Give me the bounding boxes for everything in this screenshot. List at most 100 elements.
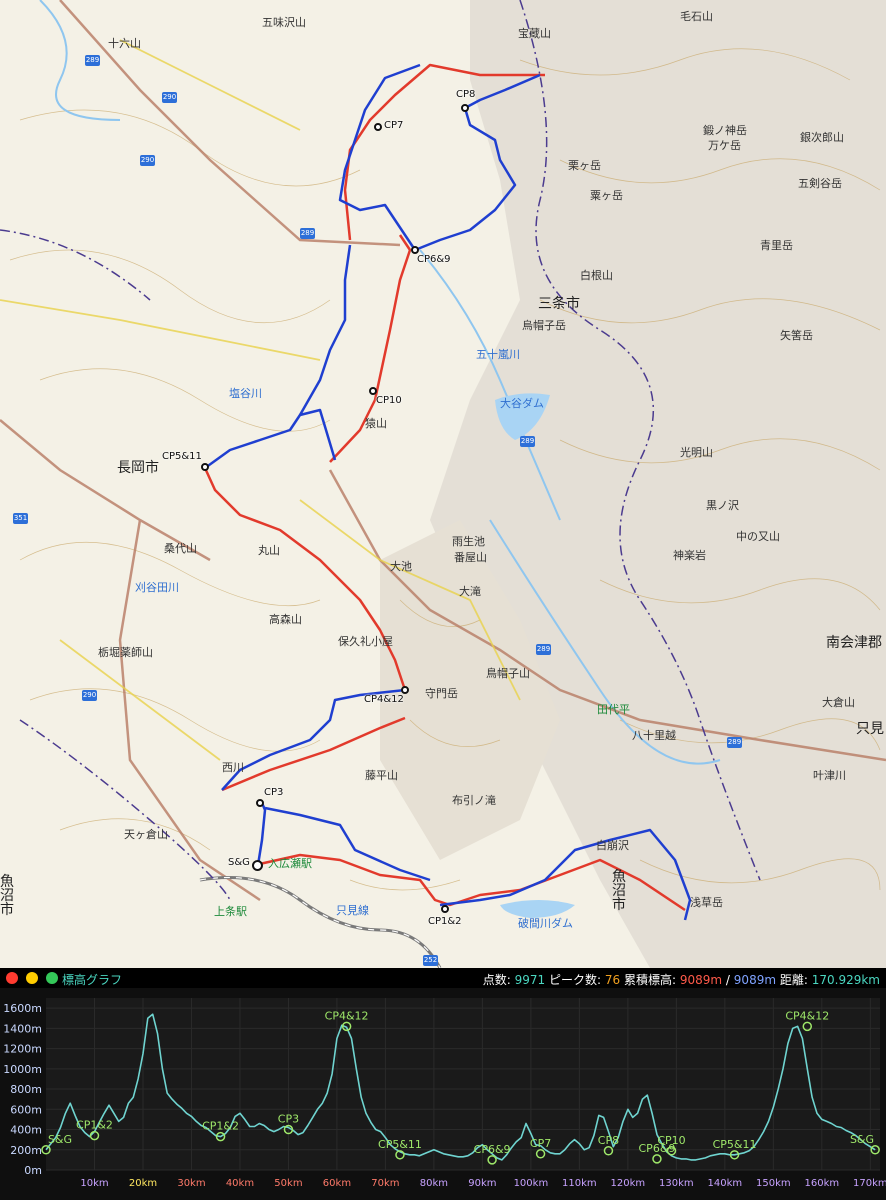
checkpoint-point-label: CP4&12 bbox=[785, 1009, 829, 1022]
distance-label: 距離: bbox=[779, 973, 808, 987]
x-tick-label: 60km bbox=[323, 1178, 351, 1189]
checkpoint-label-start-goal: S&G bbox=[228, 857, 250, 868]
mountain-label: 青里岳 bbox=[760, 239, 793, 252]
mountain-label: 栃堀薬師山 bbox=[98, 646, 153, 659]
checkpoint-point-label: CP1&2 bbox=[202, 1120, 239, 1133]
county-label-minamiaizu: 南会津郡 bbox=[826, 635, 882, 651]
mountain-label: 鍛ノ神岳 bbox=[703, 124, 747, 137]
mountain-label: 天ヶ倉山 bbox=[124, 828, 168, 841]
checkpoint-label-cp6-9: CP6&9 bbox=[417, 254, 451, 265]
hut-label: 保久礼小屋 bbox=[338, 635, 393, 648]
checkpoint-marker[interactable] bbox=[401, 686, 409, 694]
checkpoint-marker[interactable] bbox=[374, 123, 382, 131]
x-tick-label: 170km bbox=[853, 1178, 886, 1189]
city-label-sanjo: 三条市 bbox=[538, 296, 580, 312]
y-tick-label: 1400m bbox=[3, 1022, 42, 1035]
dam-label-aburumagawa: 破間川ダム bbox=[518, 917, 573, 930]
x-tick-label: 10km bbox=[80, 1178, 108, 1189]
checkpoint-point-label: CP7 bbox=[530, 1137, 551, 1150]
x-tick-label: 30km bbox=[177, 1178, 205, 1189]
road-sign-289: 289 bbox=[536, 644, 551, 655]
x-tick-label: 120km bbox=[611, 1178, 646, 1189]
close-window-icon[interactable] bbox=[6, 972, 18, 984]
y-tick-label: 1000m bbox=[3, 1063, 42, 1076]
map-canvas[interactable] bbox=[0, 0, 886, 968]
waterfall-label: 大滝 bbox=[459, 585, 481, 598]
checkpoint-point-label: CP3 bbox=[278, 1113, 299, 1126]
checkpoint-point-label: CP6&9 bbox=[474, 1143, 511, 1156]
x-tick-label: 100km bbox=[514, 1178, 549, 1189]
checkpoint-point-label: S&G bbox=[850, 1133, 874, 1146]
gain-label: 累積標高: bbox=[623, 973, 677, 987]
checkpoint-point-label: CP10 bbox=[657, 1134, 685, 1147]
checkpoint-label-cp3: CP3 bbox=[264, 787, 284, 798]
elevation-profile-chart[interactable]: 0m 200m 400m 600m 800m 1000m 1200m 1400m 1600m 10… bbox=[0, 988, 886, 1200]
mountain-label: 毛石山 bbox=[680, 10, 713, 23]
mountain-label: 矢筈岳 bbox=[780, 329, 813, 342]
mountain-label: 桑代山 bbox=[164, 542, 197, 555]
y-tick-label: 800m bbox=[10, 1083, 42, 1096]
mountain-label: 守門岳 bbox=[425, 687, 458, 700]
checkpoint-label-cp5-11: CP5&11 bbox=[162, 451, 202, 462]
mountain-label: 猿山 bbox=[365, 417, 387, 430]
mountain-label: 布引ノ滝 bbox=[452, 794, 496, 807]
mountain-label: 白根山 bbox=[580, 269, 613, 282]
peaks-label: ピーク数: bbox=[549, 973, 602, 987]
mountain-label: 宝蔵山 bbox=[518, 27, 551, 40]
x-tick-label: 70km bbox=[371, 1178, 399, 1189]
x-tick-label: 50km bbox=[274, 1178, 302, 1189]
station-label-jojo: 上条駅 bbox=[214, 905, 247, 918]
checkpoint-label-cp1-2: CP1&2 bbox=[428, 916, 462, 927]
start-goal-marker[interactable] bbox=[252, 860, 263, 871]
station-label-irihirose: 入広瀬駅 bbox=[268, 857, 312, 870]
mountain-label: 十六山 bbox=[108, 37, 141, 50]
minimize-window-icon[interactable] bbox=[26, 972, 38, 984]
elevation-graph-panel: 標高グラフ 点数: 9971 ピーク数: 76 累積標高: 9089m / 90… bbox=[0, 968, 886, 1200]
gain-up-value: 9089m bbox=[679, 973, 723, 987]
road-sign-290: 290 bbox=[140, 155, 155, 166]
lake-label: 大池 bbox=[390, 560, 412, 573]
graph-header: 標高グラフ 点数: 9971 ピーク数: 76 累積標高: 9089m / 90… bbox=[0, 968, 886, 988]
checkpoint-point-label: CP4&12 bbox=[325, 1009, 369, 1022]
road-sign-289: 289 bbox=[300, 228, 315, 239]
road-sign-290: 290 bbox=[82, 690, 97, 701]
x-tick-label: 160km bbox=[805, 1178, 840, 1189]
mountain-label: 五味沢山 bbox=[262, 16, 306, 29]
y-tick-label: 600m bbox=[10, 1103, 42, 1116]
y-tick-label: 400m bbox=[10, 1124, 42, 1137]
x-tick-label: 130km bbox=[659, 1178, 694, 1189]
checkpoint-marker[interactable] bbox=[256, 799, 264, 807]
points-label: 点数: bbox=[482, 973, 511, 987]
road-sign-351: 351 bbox=[13, 513, 28, 524]
peaks-value: 76 bbox=[604, 973, 621, 987]
checkpoint-label-cp7: CP7 bbox=[384, 120, 404, 131]
checkpoint-marker[interactable] bbox=[369, 387, 377, 395]
road-sign-289: 289 bbox=[727, 737, 742, 748]
river-label: 西川 bbox=[222, 761, 244, 774]
mountain-label: 万ケ岳 bbox=[708, 139, 741, 152]
y-tick-label: 0m bbox=[24, 1164, 42, 1177]
distance-value: 170.929km bbox=[811, 973, 880, 987]
gain-separator: / bbox=[725, 973, 730, 987]
checkpoint-label-cp4-12: CP4&12 bbox=[364, 694, 404, 705]
mountain-label: 大倉山 bbox=[822, 696, 855, 709]
checkpoint-point-label: CP8 bbox=[598, 1134, 619, 1147]
mountain-label: 神楽岩 bbox=[673, 549, 706, 562]
mountain-label: 粟ヶ岳 bbox=[590, 189, 623, 202]
checkpoint-marker[interactable] bbox=[201, 463, 209, 471]
mountain-label: 丸山 bbox=[258, 544, 280, 557]
y-tick-label: 1200m bbox=[3, 1043, 42, 1056]
road-sign-289: 289 bbox=[85, 55, 100, 66]
road-sign-290: 290 bbox=[162, 92, 177, 103]
lake-label: 雨生池 bbox=[452, 535, 485, 548]
checkpoint-marker[interactable] bbox=[461, 104, 469, 112]
mountain-label: 白崩沢 bbox=[596, 839, 629, 852]
checkpoint-label-cp10: CP10 bbox=[376, 395, 402, 406]
mountain-label: 高森山 bbox=[269, 613, 302, 626]
topographic-map[interactable]: 三条市 長岡市 魚沼市 魚沼市 南会津郡 只見 五味沢山 粟ヶ岳 宝蔵山 毛石山… bbox=[0, 0, 886, 968]
checkpoint-marker[interactable] bbox=[441, 905, 449, 913]
zoom-window-icon[interactable] bbox=[46, 972, 58, 984]
checkpoint-marker[interactable] bbox=[411, 246, 419, 254]
dam-label-otani: 大谷ダム bbox=[500, 397, 544, 410]
y-tick-label: 200m bbox=[10, 1144, 42, 1157]
